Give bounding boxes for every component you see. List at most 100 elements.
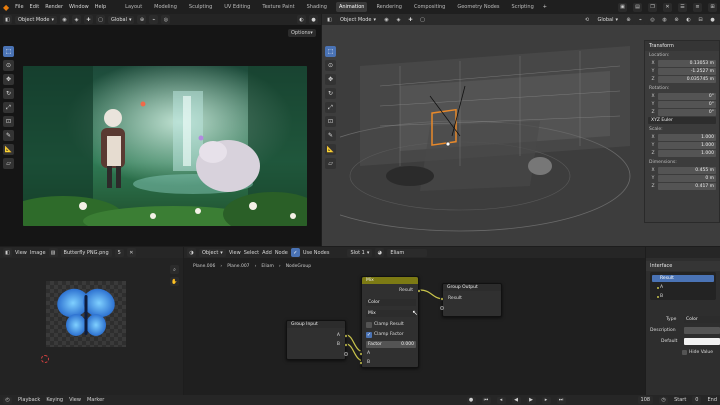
measure-icon[interactable]: 📐 bbox=[325, 144, 336, 155]
blender-logo-icon[interactable]: ◆ bbox=[3, 3, 9, 12]
pivot-icon[interactable]: ⊕ bbox=[624, 15, 633, 24]
mode-dropdown[interactable]: Object Mode ▾ bbox=[15, 15, 58, 24]
image-browse-icon[interactable]: ▨ bbox=[48, 248, 58, 257]
group-output-empty-socket[interactable] bbox=[440, 306, 444, 310]
menu-render[interactable]: Render bbox=[45, 4, 63, 10]
view-layer-icon[interactable]: ▤ bbox=[633, 2, 642, 12]
hand-icon[interactable]: ✋ bbox=[170, 277, 179, 286]
annotate-icon[interactable]: ✎ bbox=[325, 130, 336, 141]
cursor-icon[interactable]: ⊙ bbox=[3, 60, 14, 71]
tab-geometry-nodes[interactable]: Geometry Nodes bbox=[454, 2, 502, 12]
interface-item-result[interactable]: Result bbox=[652, 275, 714, 282]
tab-sculpting[interactable]: Sculpting bbox=[186, 2, 215, 12]
next-key-icon[interactable]: ▸ bbox=[541, 396, 551, 404]
tab-modeling[interactable]: Modeling bbox=[151, 2, 180, 12]
menu-view[interactable]: View bbox=[69, 397, 81, 403]
gizmo-icon[interactable]: ⊛ bbox=[672, 15, 681, 24]
add-cube-icon[interactable]: ▱ bbox=[3, 158, 14, 169]
transform-icon[interactable]: ⊡ bbox=[3, 116, 14, 127]
description-field[interactable] bbox=[684, 327, 720, 334]
dimensions-z-field[interactable]: 0.417 m bbox=[658, 183, 716, 190]
editor-type-icon[interactable]: ◧ bbox=[325, 15, 334, 24]
menu-image[interactable]: Image bbox=[30, 250, 46, 256]
view-icon[interactable]: ◉ bbox=[60, 15, 70, 24]
clamp-factor-checkbox[interactable]: ✓ bbox=[366, 332, 372, 338]
rotate-icon[interactable]: ↻ bbox=[3, 88, 14, 99]
play-reverse-icon[interactable]: ◀ bbox=[511, 396, 521, 404]
current-frame-field[interactable]: 108 bbox=[637, 396, 654, 404]
group-input-node[interactable]: Group Input A B bbox=[286, 320, 348, 360]
clamp-result-checkbox[interactable] bbox=[366, 322, 372, 328]
proportional-icon[interactable]: ◎ bbox=[648, 15, 657, 24]
menu-marker[interactable]: Marker bbox=[87, 397, 104, 403]
object-icon[interactable]: ▢ bbox=[96, 15, 106, 24]
move-icon[interactable]: ✥ bbox=[325, 74, 336, 85]
a-socket[interactable] bbox=[359, 352, 363, 356]
add-icon[interactable]: ✚ bbox=[406, 15, 416, 24]
clock-icon[interactable]: ◷ bbox=[659, 396, 669, 404]
editor-type-icon[interactable]: ◴ bbox=[3, 396, 12, 404]
interface-item-a[interactable]: A bbox=[652, 284, 714, 291]
select-icon[interactable]: ◈ bbox=[394, 15, 404, 24]
menu-window[interactable]: Window bbox=[69, 4, 89, 10]
b-socket[interactable] bbox=[359, 361, 363, 365]
group-input-a-socket[interactable] bbox=[344, 334, 348, 338]
proportional-icon[interactable]: ◎ bbox=[161, 15, 171, 24]
start-frame-field[interactable]: 0 bbox=[692, 396, 702, 404]
dimensions-y-field[interactable]: 0 m bbox=[658, 175, 716, 182]
scale-y-field[interactable]: 1.000 bbox=[658, 142, 716, 149]
zoom-icon[interactable]: ⌕ bbox=[170, 265, 179, 274]
overlay-icon[interactable]: ◐ bbox=[684, 15, 693, 24]
interface-item-b[interactable]: B bbox=[652, 293, 714, 300]
group-output-result-socket[interactable] bbox=[440, 297, 444, 301]
group-input-b-socket[interactable] bbox=[344, 343, 348, 347]
scale-icon[interactable]: ⤢ bbox=[325, 102, 336, 113]
cursor-icon[interactable]: ⊙ bbox=[325, 60, 336, 71]
factor-field[interactable]: Factor 0.000 bbox=[366, 341, 416, 348]
rotate-icon[interactable]: ↻ bbox=[325, 88, 336, 99]
default-color-field[interactable] bbox=[684, 338, 720, 345]
unlink-icon[interactable]: ✕ bbox=[126, 248, 136, 257]
copy-icon[interactable]: ❐ bbox=[648, 2, 657, 12]
move-icon[interactable]: ✥ bbox=[3, 74, 14, 85]
visibility-icon[interactable]: ◍ bbox=[660, 15, 669, 24]
tab-uv-editing[interactable]: UV Editing bbox=[221, 2, 253, 12]
snap-icon[interactable]: ⌁ bbox=[636, 15, 645, 24]
transform-orientation-icon[interactable]: ⟲ bbox=[582, 15, 592, 24]
scale-x-field[interactable]: 1.000 bbox=[658, 134, 716, 141]
close-icon[interactable]: ✕ bbox=[663, 2, 672, 12]
layers-icon[interactable]: ≡ bbox=[693, 2, 702, 12]
orientation-dropdown[interactable]: Global ▾ bbox=[108, 15, 135, 24]
shading-icon[interactable]: ● bbox=[309, 15, 318, 24]
location-x-field[interactable]: 0.13053 m bbox=[658, 60, 716, 67]
location-y-field[interactable]: -1.2527 m bbox=[658, 68, 716, 75]
scene-icon[interactable]: ▣ bbox=[618, 2, 627, 12]
add-cube-icon[interactable]: ▱ bbox=[325, 158, 336, 169]
menu-help[interactable]: Help bbox=[95, 4, 106, 10]
mix-node[interactable]: Mix Result Color Mix Clamp Result ✓ Clam… bbox=[359, 276, 421, 368]
select-box-icon[interactable]: ⬚ bbox=[325, 46, 336, 57]
grid-icon[interactable]: ⊞ bbox=[708, 2, 717, 12]
group-input-empty-socket[interactable] bbox=[344, 352, 348, 356]
result-socket[interactable] bbox=[417, 289, 421, 293]
jump-start-icon[interactable]: ⏮ bbox=[481, 396, 491, 404]
tab-shading[interactable]: Shading bbox=[304, 2, 330, 12]
add-workspace-button[interactable]: + bbox=[543, 4, 547, 10]
group-output-node[interactable]: Group Output Result bbox=[440, 283, 502, 317]
hide-value-checkbox[interactable] bbox=[682, 350, 687, 355]
transform-icon[interactable]: ⊡ bbox=[325, 116, 336, 127]
menu-edit[interactable]: Edit bbox=[30, 4, 40, 10]
play-icon[interactable]: ▶ bbox=[526, 396, 536, 404]
menu-view[interactable]: View bbox=[15, 250, 27, 256]
menu-playback[interactable]: Playback bbox=[18, 397, 40, 403]
image-name-field[interactable]: Butterfly PNG.png bbox=[60, 248, 112, 257]
select-icon[interactable]: ◈ bbox=[72, 15, 82, 24]
scale-z-field[interactable]: 1.000 bbox=[658, 150, 716, 157]
tab-animation[interactable]: Animation bbox=[335, 2, 368, 12]
mode-dropdown[interactable]: Object Mode ▾ bbox=[337, 15, 380, 24]
rotation-z-field[interactable]: 0° bbox=[658, 109, 716, 116]
tab-compositing[interactable]: Compositing bbox=[411, 2, 448, 12]
scale-icon[interactable]: ⤢ bbox=[3, 102, 14, 113]
pivot-icon[interactable]: ⊕ bbox=[137, 15, 147, 24]
location-z-field[interactable]: 0.035745 m bbox=[658, 76, 716, 83]
